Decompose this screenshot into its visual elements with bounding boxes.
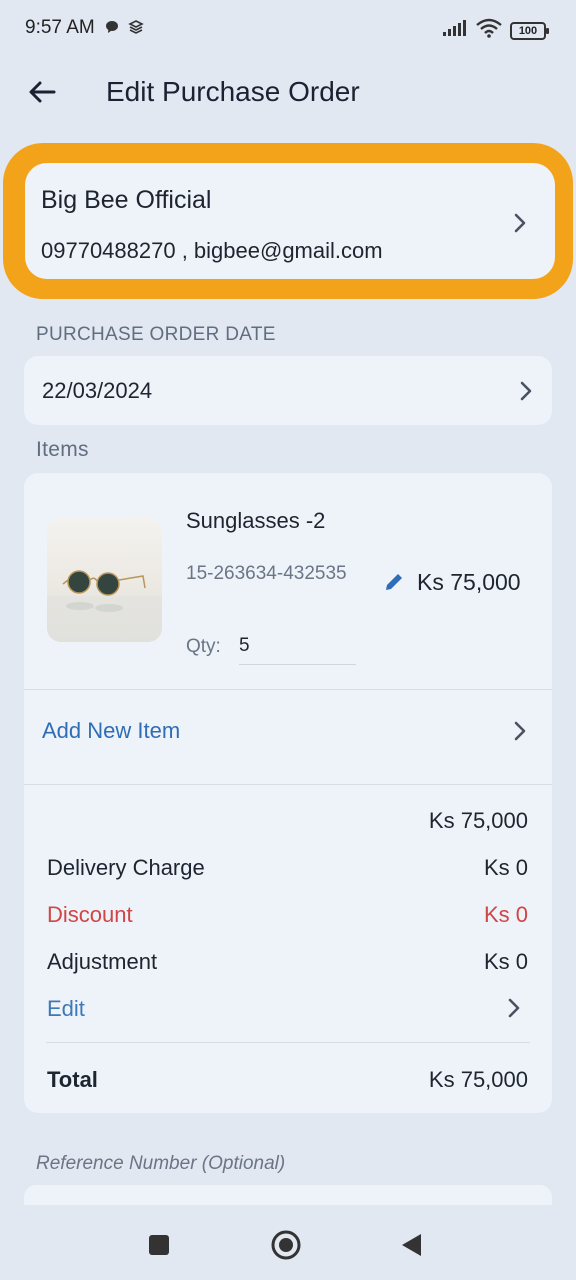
chevron-right-icon	[512, 212, 528, 239]
back-nav-button[interactable]	[400, 1232, 422, 1263]
chevron-right-icon	[512, 720, 528, 747]
triangle-back-icon	[402, 1234, 421, 1256]
item-name: Sunglasses -2	[186, 508, 326, 533]
recents-button[interactable]	[148, 1234, 170, 1261]
page-title: Edit Purchase Order	[106, 76, 360, 107]
chevron-right-icon	[506, 997, 522, 1024]
items-label: Items	[36, 438, 89, 461]
subtotal-value: Ks 75,000	[428, 808, 528, 833]
qty-input[interactable]: 5	[239, 635, 250, 657]
order-date-label: PURCHASE ORDER DATE	[36, 324, 276, 345]
signal-icon	[442, 19, 468, 42]
pencil-icon	[386, 574, 402, 590]
vendor-name: Big Bee Official	[41, 186, 212, 214]
arrow-left-icon	[29, 81, 56, 103]
chevron-right-icon	[518, 380, 534, 407]
product-image	[47, 518, 162, 642]
divider	[24, 689, 552, 690]
divider	[46, 1042, 530, 1043]
layers-icon	[128, 19, 144, 40]
status-right-icons: 100	[442, 18, 549, 43]
delivery-charge-value: Ks 0	[483, 855, 528, 880]
divider	[24, 784, 552, 785]
item-price: Ks 75,000	[417, 569, 521, 595]
order-date-value: 22/03/2024	[42, 378, 153, 403]
adjustment-label: Adjustment	[47, 949, 158, 974]
edit-charges-button[interactable]: Edit	[47, 996, 85, 1022]
reference-number-input[interactable]	[24, 1185, 552, 1205]
status-left-icons	[104, 19, 144, 40]
item-sku: 15-263634-432535	[186, 563, 347, 584]
square-icon	[149, 1235, 169, 1255]
qty-underline	[239, 664, 356, 665]
discount-label: Discount	[47, 902, 133, 927]
edit-item-button[interactable]	[382, 570, 406, 599]
chat-bubble-icon	[104, 19, 120, 40]
total-label: Total	[47, 1067, 98, 1092]
qty-label: Qty:	[186, 636, 221, 657]
reference-number-label: Reference Number (Optional)	[36, 1153, 286, 1174]
wifi-icon	[476, 18, 502, 43]
back-button[interactable]	[24, 74, 60, 110]
circle-icon	[271, 1230, 301, 1260]
vendor-contact: 09770488270 , bigbee@gmail.com	[41, 238, 383, 263]
status-time: 9:57 AM	[25, 17, 95, 38]
adjustment-value: Ks 0	[483, 949, 528, 974]
sunglasses-image	[47, 570, 162, 642]
discount-value: Ks 0	[483, 902, 528, 927]
add-new-item-button[interactable]: Add New Item	[42, 718, 180, 744]
total-value: Ks 75,000	[428, 1067, 528, 1092]
battery-icon: 100	[510, 21, 549, 40]
delivery-charge-label: Delivery Charge	[47, 855, 205, 880]
home-button[interactable]	[270, 1229, 302, 1266]
